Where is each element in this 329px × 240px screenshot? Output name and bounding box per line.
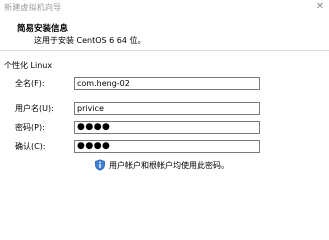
username-field[interactable]: privice	[74, 102, 260, 115]
password-info-text: 用户帐户和根帐户均使用此密码。	[109, 161, 229, 170]
title-bar: 新建虚拟机向导 ✕	[0, 0, 329, 15]
username-label: 用户名(U):	[15, 104, 54, 113]
confirm-password-field[interactable]: ●●●●	[74, 140, 260, 153]
page-title: 简易安装信息	[17, 24, 69, 34]
password-field[interactable]: ●●●●	[74, 121, 260, 134]
password-label: 密码(P):	[15, 123, 45, 132]
header-divider	[0, 50, 329, 51]
close-button[interactable]: ✕	[314, 1, 326, 13]
page-subtitle: 这用于安装 CentOS 6 64 位。	[34, 36, 146, 45]
window-title: 新建虚拟机向导	[4, 3, 62, 12]
section-label-personalize: 个性化 Linux	[4, 61, 53, 70]
full-name-label: 全名(F):	[15, 79, 45, 88]
full-name-field[interactable]: com.heng-02	[74, 77, 260, 90]
info-shield-icon	[95, 159, 105, 171]
confirm-password-label: 确认(C):	[15, 142, 46, 151]
